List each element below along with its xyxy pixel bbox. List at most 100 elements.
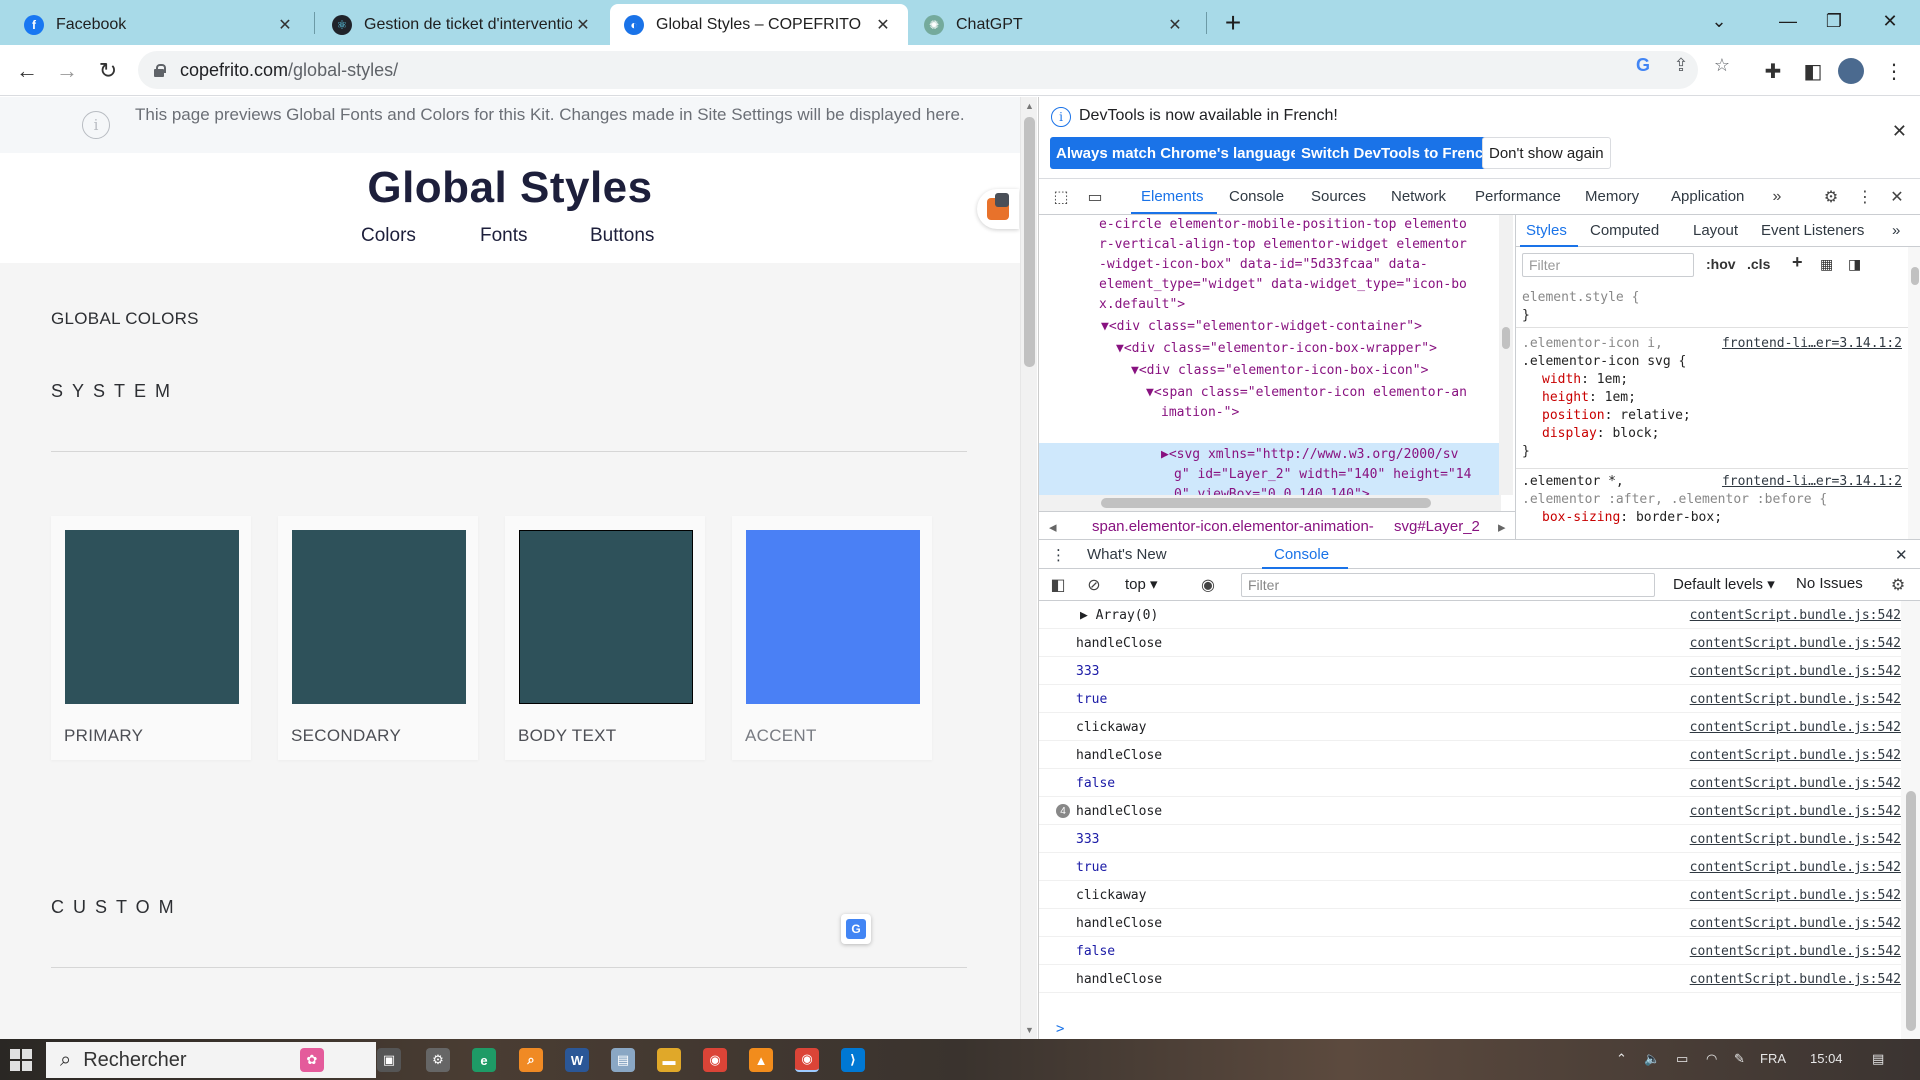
class-toggle[interactable]: .cls (1747, 256, 1770, 272)
dom-line[interactable]: ▼<span class="elementor-icon elementor-a… (1146, 383, 1467, 403)
breadcrumb-right-arrow-icon[interactable]: ▸ (1498, 518, 1506, 536)
reload-icon[interactable]: ↻ (92, 55, 124, 87)
vscode-icon[interactable]: ⟩ (841, 1048, 865, 1072)
elements-hscrollbar[interactable] (1039, 495, 1501, 511)
element-style-rule[interactable]: element.style { } (1522, 289, 1902, 325)
console-message[interactable]: 333 contentScript.bundle.js:542 (1039, 825, 1901, 853)
console-source-link[interactable]: contentScript.bundle.js:542 (1690, 608, 1901, 623)
lock-icon[interactable] (152, 63, 166, 77)
breadcrumb-left-arrow-icon[interactable]: ◂ (1049, 518, 1057, 536)
back-arrow-icon[interactable]: ← (11, 55, 43, 87)
new-tab-button[interactable]: + (1218, 7, 1248, 38)
tray-chevron-up-icon[interactable]: ⌃ (1616, 1051, 1627, 1067)
minimize-icon[interactable]: — (1768, 6, 1808, 36)
breadcrumb-item[interactable]: svg#Layer_2 (1394, 518, 1480, 535)
chrome-active-icon[interactable]: ◉ (795, 1048, 819, 1072)
console-source-link[interactable]: contentScript.bundle.js:542 (1690, 776, 1901, 791)
console-source-link[interactable]: contentScript.bundle.js:542 (1690, 888, 1901, 903)
close-devtools-icon[interactable]: ✕ (1887, 187, 1907, 207)
tab-global-styles[interactable]: ◐ Global Styles – COPEFRITO ✕ (610, 4, 908, 45)
clock[interactable]: 15:04 (1810, 1051, 1843, 1066)
swatch-secondary[interactable]: SECONDARY (278, 516, 478, 760)
profile-avatar[interactable] (1838, 58, 1864, 84)
console-settings-gear-icon[interactable]: ⚙ (1887, 574, 1909, 596)
breadcrumb-item[interactable]: span.elementor-icon.elementor-animation- (1092, 518, 1374, 535)
forward-arrow-icon[interactable]: → (51, 55, 83, 87)
elements-tree[interactable]: e-circle elementor-mobile-position-top e… (1039, 215, 1501, 495)
page-scrollbar[interactable]: ▲ ▼ (1020, 97, 1037, 1039)
notifications-icon[interactable]: ▤ (1872, 1051, 1884, 1067)
swatch-accent[interactable]: ACCENT (732, 516, 932, 760)
tab-layout[interactable]: Layout (1693, 222, 1738, 239)
console-source-link[interactable]: contentScript.bundle.js:542 (1690, 692, 1901, 707)
tab-network[interactable]: Network (1391, 188, 1446, 205)
clear-console-icon[interactable]: ⊘ (1083, 574, 1105, 596)
console-prompt[interactable]: > (1056, 1021, 1064, 1037)
new-rule-plus-icon[interactable]: + (1792, 252, 1803, 273)
dom-line[interactable]: element_type="widget" data-widget_type="… (1099, 275, 1467, 295)
volume-icon[interactable]: 🔈 (1644, 1051, 1660, 1067)
console-filter-input[interactable]: Filter (1241, 573, 1655, 597)
scrollbar-thumb[interactable] (1502, 327, 1510, 349)
extensions-puzzle-icon[interactable]: ✚ (1760, 58, 1786, 84)
log-levels-dropdown[interactable]: Default levels ▾ (1673, 575, 1775, 593)
console-message[interactable]: handleClose contentScript.bundle.js:542 (1039, 741, 1901, 769)
context-selector[interactable]: top ▾ (1125, 575, 1158, 593)
console-source-link[interactable]: contentScript.bundle.js:542 (1690, 804, 1901, 819)
console-message[interactable]: true contentScript.bundle.js:542 (1039, 853, 1901, 881)
css-rule-icon[interactable]: .elementor-icon i, frontend-li…er=3.14.1… (1522, 335, 1902, 461)
window-close-icon[interactable]: ✕ (1870, 6, 1910, 36)
console-message[interactable]: false contentScript.bundle.js:542 (1039, 937, 1901, 965)
styles-scrollbar[interactable] (1908, 247, 1920, 539)
share-icon[interactable]: ⇪ (1670, 54, 1692, 76)
console-message[interactable]: ▶ Array(0) contentScript.bundle.js:542 (1039, 601, 1901, 629)
google-translate-icon[interactable]: G (1632, 54, 1654, 76)
css-declaration[interactable]: box-sizing: border-box; (1522, 509, 1902, 527)
file-explorer-icon[interactable]: ▬ (657, 1048, 681, 1072)
pen-icon[interactable]: ✎ (1734, 1051, 1745, 1067)
console-source-link[interactable]: contentScript.bundle.js:542 (1690, 916, 1901, 931)
dom-line[interactable]: 0" viewBox="0 0 140 140">… (1174, 485, 1378, 495)
console-sidebar-icon[interactable]: ◧ (1047, 574, 1069, 596)
console-log[interactable]: ▶ Array(0) contentScript.bundle.js:542 han… (1039, 601, 1901, 1039)
css-source-link[interactable]: frontend-li…er=3.14.1:2 (1722, 473, 1902, 491)
console-message[interactable]: clickaway contentScript.bundle.js:542 (1039, 713, 1901, 741)
photos-icon[interactable]: ▤ (611, 1048, 635, 1072)
word-icon[interactable]: W (565, 1048, 589, 1072)
wifi-icon[interactable]: ◠ (1706, 1051, 1717, 1067)
dom-line[interactable]: e-circle elementor-mobile-position-top e… (1099, 215, 1467, 235)
tab-memory[interactable]: Memory (1585, 188, 1639, 205)
scrollbar-thumb[interactable] (1911, 267, 1919, 285)
console-source-link[interactable]: contentScript.bundle.js:542 (1690, 748, 1901, 763)
tab-facebook[interactable]: f Facebook ✕ (10, 4, 310, 45)
battery-icon[interactable]: ▭ (1676, 1051, 1688, 1067)
tab-elements[interactable]: Elements (1141, 188, 1204, 205)
live-expression-eye-icon[interactable]: ◉ (1197, 574, 1219, 596)
console-source-link[interactable]: contentScript.bundle.js:542 (1690, 972, 1901, 987)
tab-chatgpt[interactable]: ✺ ChatGPT ✕ (910, 4, 1200, 45)
swatch-body-text[interactable]: BODY TEXT (505, 516, 705, 760)
tab-styles[interactable]: Styles (1526, 222, 1567, 239)
windows-start-icon[interactable] (10, 1049, 32, 1071)
computed-sidebar-icon[interactable]: ◨ (1848, 256, 1861, 273)
dom-line[interactable]: imation-"> (1161, 403, 1239, 423)
scroll-down-arrow-icon[interactable]: ▼ (1021, 1021, 1038, 1038)
console-source-link[interactable]: contentScript.bundle.js:542 (1690, 944, 1901, 959)
tab-computed[interactable]: Computed (1590, 222, 1659, 239)
console-message[interactable]: true contentScript.bundle.js:542 (1039, 685, 1901, 713)
scrollbar-thumb[interactable] (1101, 498, 1431, 508)
issues-counter[interactable]: No Issues (1796, 575, 1863, 592)
dom-line[interactable]: ▼<div class="elementor-icon-box-icon"> (1131, 361, 1428, 381)
css-declaration[interactable]: height: 1em; (1522, 389, 1902, 407)
tab-search-chevron-icon[interactable]: ⌄ (1699, 6, 1739, 36)
dom-line[interactable]: r-vertical-align-top elementor-widget el… (1099, 235, 1467, 255)
dom-line[interactable]: x.default"> (1099, 295, 1185, 315)
console-message[interactable]: 4 handleClose contentScript.bundle.js:542 (1039, 797, 1901, 825)
translate-popup-button[interactable]: G (841, 914, 871, 944)
tab-console-drawer[interactable]: Console (1274, 546, 1329, 563)
console-message[interactable]: false contentScript.bundle.js:542 (1039, 769, 1901, 797)
chrome-icon[interactable]: ◉ (703, 1048, 727, 1072)
close-icon[interactable]: ✕ (872, 14, 894, 36)
console-message[interactable]: clickaway contentScript.bundle.js:542 (1039, 881, 1901, 909)
css-declaration[interactable]: width: 1em; (1522, 371, 1902, 389)
